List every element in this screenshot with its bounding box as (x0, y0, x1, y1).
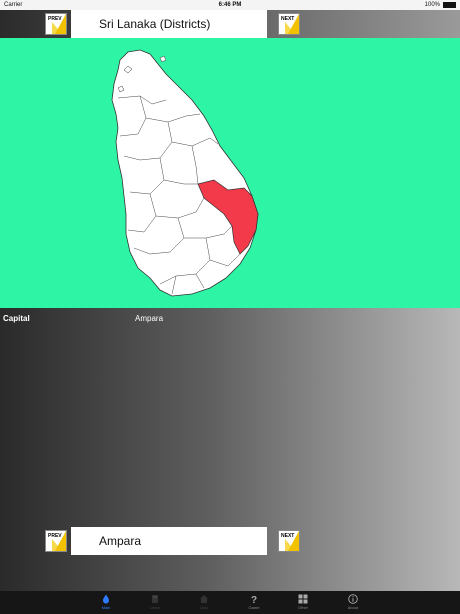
capital-label: Capital (3, 314, 30, 323)
drop-icon (103, 594, 109, 604)
next-label: NEXT (281, 533, 295, 539)
battery-percent: 100% (424, 2, 440, 8)
battery-icon (443, 2, 456, 8)
tab-bar: Main Learn Quiz ? Game Other About (0, 591, 460, 614)
tab-other[interactable]: Other (283, 591, 323, 614)
tab-main[interactable]: Main (86, 591, 126, 614)
info-icon (348, 594, 358, 604)
house-icon (200, 595, 208, 603)
status-bar: Carrier 6:46 PM 100% (0, 0, 460, 10)
tab-game[interactable]: ? Game (234, 591, 274, 614)
tab-label: Learn (149, 605, 161, 610)
question-icon: ? (251, 595, 257, 604)
svg-text:?: ? (251, 595, 257, 604)
tab-about[interactable]: About (333, 591, 373, 614)
book-icon (152, 595, 158, 603)
grid-icon (298, 594, 308, 604)
next-button-top[interactable]: NEXT (278, 13, 300, 35)
tab-label: Quiz (199, 605, 209, 610)
tab-label: Other (297, 605, 308, 610)
next-label: NEXT (281, 16, 295, 22)
sri-lanka-map (111, 49, 259, 297)
tab-label: About (347, 605, 359, 610)
prev-label: PREV (48, 533, 62, 539)
prev-label: PREV (48, 16, 62, 22)
status-time: 6:46 PM (218, 2, 242, 8)
selected-district-name: Ampara (71, 527, 267, 555)
top-nav-bar: PREV Sri Lanaka (Districts) NEXT (0, 10, 460, 38)
info-panel: Capital Ampara PREV Ampara NEXT (0, 308, 460, 591)
prev-button-bottom[interactable]: PREV (45, 530, 67, 552)
next-button-bottom[interactable]: NEXT (278, 530, 300, 552)
tab-learn[interactable]: Learn (135, 591, 175, 614)
map-area (0, 38, 460, 308)
capital-value: Ampara (135, 314, 164, 323)
tab-label: Game (248, 605, 260, 610)
tab-quiz[interactable]: Quiz (184, 591, 224, 614)
page-title: Sri Lanaka (Districts) (71, 10, 267, 38)
tab-label: Main (101, 605, 111, 610)
prev-button-top[interactable]: PREV (45, 13, 67, 35)
island-outline (111, 49, 259, 297)
